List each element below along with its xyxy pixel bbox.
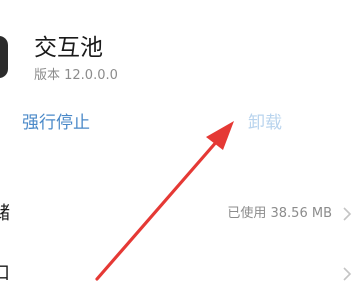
storage-row[interactable]: 储 已使用 38.56 MB <box>0 194 360 234</box>
chevron-right-icon <box>343 207 352 221</box>
chevron-right-icon <box>343 267 352 281</box>
app-version: 版本 12.0.0.0 <box>34 68 118 83</box>
app-info-screen: 交互池 版本 12.0.0.0 强行停止 卸载 储 已使用 38.56 MB 口 <box>0 0 360 290</box>
app-icon <box>0 36 8 78</box>
uninstall-button[interactable]: 卸载 <box>248 111 282 135</box>
settings-row-label: 口 <box>0 263 10 284</box>
force-stop-button[interactable]: 强行停止 <box>22 111 90 135</box>
storage-used-value: 已使用 38.56 MB <box>227 206 332 221</box>
app-name: 交互池 <box>34 35 103 61</box>
storage-row-label: 储 <box>0 203 10 224</box>
settings-row[interactable]: 口 <box>0 254 360 290</box>
